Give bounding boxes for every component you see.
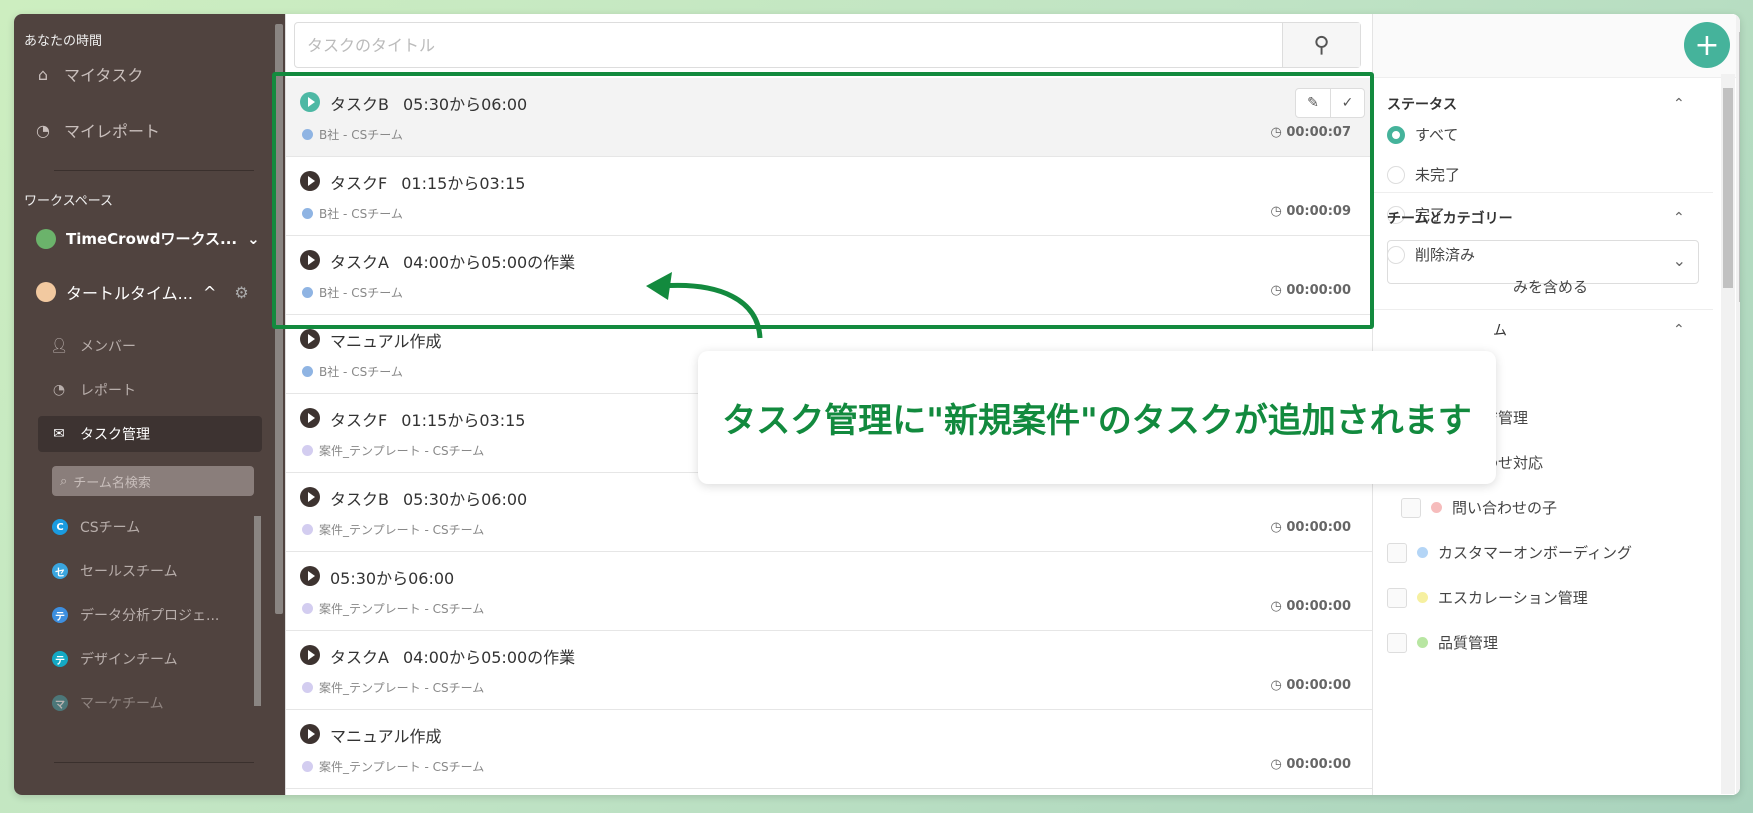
callout-text: タスク管理に"新規案件"のタスクが追加されます xyxy=(722,401,1472,441)
arrow-head-icon xyxy=(646,272,672,300)
arrow-line xyxy=(661,282,763,339)
callout-box: タスク管理に"新規案件"のタスクが追加されます xyxy=(698,351,1496,484)
